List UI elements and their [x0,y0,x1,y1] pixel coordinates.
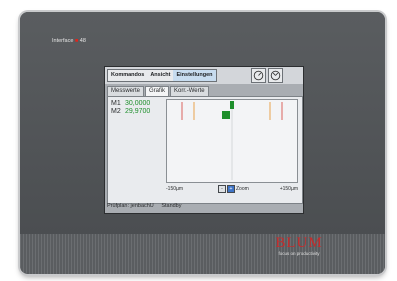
machine-state: Standby [161,203,182,209]
axis-max-label: +150µm [279,186,298,192]
model-label-number: 48 [79,38,86,44]
tab-bar: Messwerte Grafik Korr.-Werte [107,86,210,96]
m2-marker [222,111,230,119]
tab-content: M1 30,0000 M2 29,9700 -150µm - + Zoom +1… [107,96,303,204]
measurement-value: 29,9700 [125,108,151,115]
status-bar: Prüfplan: jenbachU Standby [107,203,301,212]
zoom-control: - + Zoom [218,185,249,193]
zoom-label: Zoom [236,186,249,192]
measurement-row-m2: M2 29,9700 [111,108,150,116]
measurement-row-m1: M1 30,0000 [111,100,150,108]
touch-screen: Kommandos Ansicht Einstellungen Messwert… [104,66,304,214]
graph-axis: -150µm - + Zoom +150µm [166,185,298,193]
brand-logo: BLUM focus on productivity [266,236,332,262]
measurement-label: M2 [111,108,121,115]
brand-tagline: focus on productivity [278,251,320,256]
brand-name: BLUM [275,235,323,251]
m1-marker [230,101,234,109]
model-label-mark: ■ [74,38,79,44]
gauge-settings-button[interactable] [268,68,283,83]
zoom-in-button[interactable]: + [227,185,235,193]
measurement-label: M1 [111,100,121,107]
menu-group: Kommandos Ansicht Einstellungen [107,69,217,82]
menu-bar: Kommandos Ansicht Einstellungen [105,67,303,84]
device-model-label: Interface ■ 48 [52,38,86,44]
tab-grafik[interactable]: Grafik [145,86,170,96]
gauge-button[interactable] [251,68,266,83]
gauge-settings-icon [270,70,281,81]
deviation-graph-svg [181,101,283,180]
deviation-graph [166,99,298,183]
menu-ansicht[interactable]: Ansicht [147,70,173,81]
measurement-list: M1 30,0000 M2 29,9700 [111,100,150,116]
zoom-out-button[interactable]: - [218,185,226,193]
gauge-icon [253,70,264,81]
measurement-value: 30,0000 [125,100,151,107]
tab-messwerte[interactable]: Messwerte [107,86,145,96]
model-label-text: Interface [52,38,74,44]
test-plan-label: Prüfplan: jenbachU [107,203,154,209]
menu-kommandos[interactable]: Kommandos [108,70,147,81]
axis-min-label: -150µm [166,186,184,192]
tab-korr-werte[interactable]: Korr.-Werte [170,86,209,96]
menu-einstellungen[interactable]: Einstellungen [173,70,216,81]
